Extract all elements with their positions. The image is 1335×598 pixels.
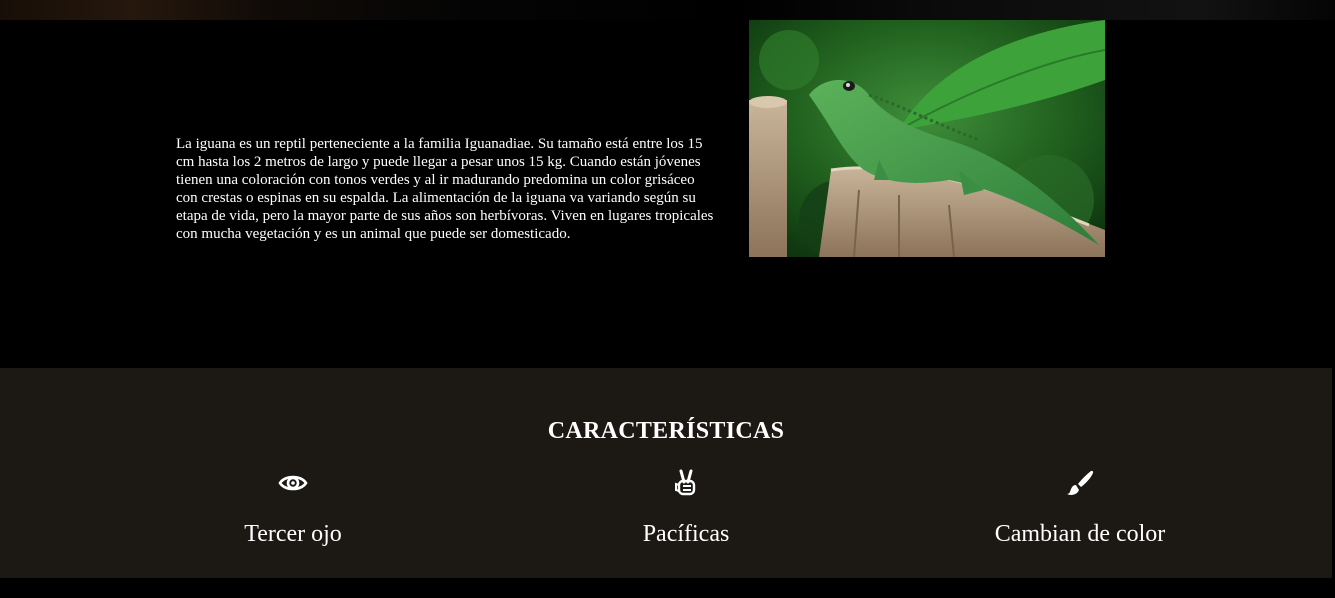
page: La iguana es un reptil perteneciente a l… <box>0 0 1335 598</box>
features-title: CARACTERÍSTICAS <box>547 418 785 444</box>
hero-image-edge <box>0 0 1335 20</box>
peace-hand-icon <box>671 468 701 498</box>
paint-brush-icon <box>1065 468 1095 498</box>
eye-icon <box>278 468 308 498</box>
intro-section: La iguana es un reptil perteneciente a l… <box>0 20 1335 368</box>
feature-peaceful: Pacíficas <box>536 468 836 548</box>
bottom-bar <box>0 578 1335 598</box>
feature-label: Tercer ojo <box>244 521 342 547</box>
feature-label: Pacíficas <box>642 521 730 547</box>
intro-paragraph: La iguana es un reptil perteneciente a l… <box>176 136 714 242</box>
iguana-photo <box>749 20 1105 257</box>
feature-label: Cambian de color <box>994 521 1166 547</box>
feature-color-change: Cambian de color <box>930 468 1230 548</box>
feature-third-eye: Tercer ojo <box>143 468 443 548</box>
features-section: CARACTERÍSTICAS Tercer ojo Pacíficas Cam… <box>0 368 1332 578</box>
